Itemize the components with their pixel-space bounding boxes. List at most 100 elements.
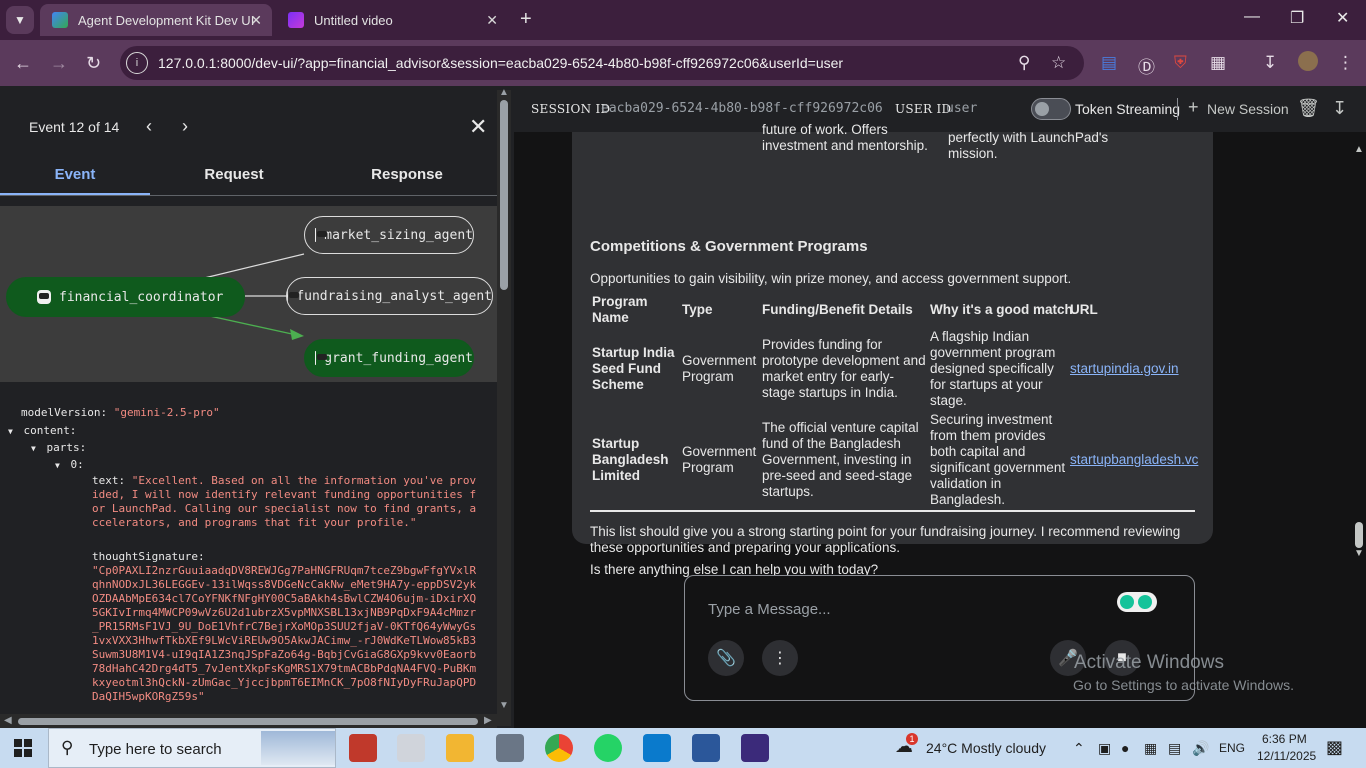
browser-menu-icon[interactable]: ⋮ xyxy=(1337,53,1354,73)
tray-icon-1[interactable]: ▣ xyxy=(1098,740,1111,757)
site-info-icon[interactable]: i xyxy=(126,52,148,74)
grammarly-icon[interactable] xyxy=(1117,592,1157,612)
table-header-url: URL xyxy=(1070,302,1098,317)
row-1-url-link[interactable]: startupindia.gov.in xyxy=(1070,361,1179,377)
zoom-icon[interactable]: ⚲ xyxy=(1018,53,1030,73)
download-icon[interactable]: ↧ xyxy=(1263,53,1277,73)
address-bar[interactable]: i 127.0.0.1:8000/dev-ui/?app=financial_a… xyxy=(120,46,1084,80)
table-header-details: Funding/Benefit Details xyxy=(762,302,913,317)
chat-panel: SESSION ID eacba029-6524-4b80-b98f-cff92… xyxy=(514,86,1366,728)
node-market-sizing-agent[interactable]: market_sizing_agent xyxy=(304,216,474,254)
event-header: Event 12 of 14 ‹ › ✕ xyxy=(0,86,497,166)
node-financial-coordinator[interactable]: financial_coordinator xyxy=(6,277,245,317)
tab-request[interactable]: Request xyxy=(159,166,309,183)
prev-event-icon[interactable]: ‹ xyxy=(146,116,152,137)
tab-search-menu-icon[interactable]: ▼ xyxy=(6,6,34,34)
tab-event[interactable]: Event xyxy=(0,166,150,183)
json-model-version: modelVersion: "gemini-2.5-pro" xyxy=(21,406,220,419)
node-fundraising-analyst-agent[interactable]: fundraising_analyst_agent xyxy=(286,277,493,315)
tray-icon-3[interactable]: ▦ xyxy=(1144,740,1157,757)
new-tab-icon[interactable]: + xyxy=(520,8,532,31)
scroll-up-icon[interactable]: ▲ xyxy=(499,87,509,98)
next-event-icon[interactable]: › xyxy=(182,116,188,137)
row-1-type: Government Program xyxy=(682,353,757,384)
json-content[interactable]: ▼ content: xyxy=(8,424,76,437)
chat-scrollbar[interactable]: ▲ ▼ xyxy=(1353,144,1366,564)
app-icon-2[interactable] xyxy=(397,734,425,762)
whatsapp-icon[interactable] xyxy=(594,734,622,762)
notifications-icon[interactable]: ▩ xyxy=(1326,737,1343,758)
plus-icon[interactable]: + xyxy=(1188,97,1199,118)
activate-windows-watermark: Activate Windows xyxy=(1074,652,1224,673)
extension-cast-icon[interactable]: ▤ xyxy=(1101,53,1117,73)
tab-untitled-video[interactable]: Untitled video ✕ xyxy=(276,4,508,36)
scroll-thumb[interactable] xyxy=(500,100,508,290)
tab-close-icon[interactable]: ✕ xyxy=(486,12,498,29)
word-icon[interactable] xyxy=(692,734,720,762)
table-header-why: Why it's a good match xyxy=(930,302,1073,317)
scroll-thumb[interactable] xyxy=(1355,522,1363,548)
collapse-caret-icon[interactable]: ▼ xyxy=(55,461,60,470)
extension-shield-icon[interactable]: ⛨ xyxy=(1174,53,1187,73)
chrome-icon[interactable] xyxy=(545,734,573,762)
scroll-left-icon[interactable]: ◀ xyxy=(4,715,12,726)
windows-start-icon[interactable] xyxy=(14,739,32,757)
json-part-0[interactable]: ▼ 0: xyxy=(55,458,84,471)
scroll-down-icon[interactable]: ▼ xyxy=(1354,548,1364,559)
profile-avatar[interactable] xyxy=(1298,51,1318,71)
prev-row-cell-fragment: perfectly with LaunchPad's mission. xyxy=(948,130,1109,161)
tray-chevron-icon[interactable]: ⌃ xyxy=(1073,740,1085,757)
vscode-icon[interactable] xyxy=(643,734,671,762)
attach-file-icon[interactable]: 📎 xyxy=(708,640,744,676)
json-thought-value: "Cp0PAXLI2nzrGuuiaadqDV8REWJGg7PaHNGFRUq… xyxy=(92,564,477,703)
back-icon[interactable]: ← xyxy=(14,53,32,74)
extensions-puzzle-icon[interactable]: ▦ xyxy=(1210,53,1226,73)
left-vertical-scrollbar[interactable]: ▲ ▼ xyxy=(497,87,511,726)
extension-w-icon[interactable]: Ⓓ xyxy=(1138,53,1155,78)
message-input[interactable]: Type a Message... xyxy=(708,601,831,618)
node-grant-funding-agent[interactable]: grant_funding_agent xyxy=(304,339,474,377)
reload-icon[interactable]: ↻ xyxy=(86,53,101,74)
tab-close-icon[interactable]: ✕ xyxy=(250,12,262,29)
more-options-icon[interactable]: ⋮ xyxy=(762,640,798,676)
tab-response[interactable]: Response xyxy=(332,166,482,183)
forward-icon[interactable]: → xyxy=(50,53,68,74)
scroll-down-icon[interactable]: ▼ xyxy=(499,700,509,711)
row-2-url-link[interactable]: startupbangladesh.vc xyxy=(1070,452,1198,468)
volume-icon[interactable]: 🔊 xyxy=(1192,740,1209,757)
language-indicator[interactable]: ENG xyxy=(1219,741,1245,755)
left-horizontal-scrollbar[interactable]: ◀ ▶ xyxy=(0,714,497,728)
url-text[interactable]: 127.0.0.1:8000/dev-ui/?app=financial_adv… xyxy=(158,55,843,71)
minimize-icon[interactable]: — xyxy=(1244,8,1260,26)
file-explorer-icon[interactable] xyxy=(446,734,474,762)
clock-date[interactable]: 12/11/2025 xyxy=(1257,749,1316,763)
scroll-up-icon[interactable]: ▲ xyxy=(1354,144,1364,155)
taskbar-search-input[interactable]: Type here to search xyxy=(89,741,222,758)
robot-icon xyxy=(37,290,51,304)
new-session-button[interactable]: New Session xyxy=(1207,101,1289,117)
tab-agent-dev-ui[interactable]: Agent Development Kit Dev UI ✕ xyxy=(40,4,272,36)
download-session-icon[interactable]: ↧ xyxy=(1332,98,1347,119)
taskbar-search-box[interactable]: ⚲ Type here to search xyxy=(48,728,336,768)
app-icon-9[interactable] xyxy=(741,734,769,762)
bookmark-star-icon[interactable]: ☆ xyxy=(1051,53,1066,73)
weather-text[interactable]: 24°C Mostly cloudy xyxy=(926,740,1046,756)
row-1-name: Startup India Seed Fund Scheme xyxy=(592,345,675,392)
scroll-right-icon[interactable]: ▶ xyxy=(484,715,492,726)
collapse-caret-icon[interactable]: ▼ xyxy=(8,427,13,436)
window-close-icon[interactable]: ✕ xyxy=(1336,8,1349,28)
collapse-caret-icon[interactable]: ▼ xyxy=(31,444,36,453)
json-parts[interactable]: ▼ parts: xyxy=(31,441,86,454)
app-icon-1[interactable] xyxy=(349,734,377,762)
windows-taskbar: ⚲ Type here to search ☁ 1 24°C Mostly cl… xyxy=(0,728,1366,768)
maximize-icon[interactable]: ❐ xyxy=(1290,8,1304,28)
tray-icon-2[interactable]: ● xyxy=(1121,740,1129,756)
token-streaming-toggle[interactable] xyxy=(1031,98,1071,120)
network-icon[interactable]: ▤ xyxy=(1168,740,1181,757)
json-key: thoughtSignature: xyxy=(92,550,205,563)
delete-trash-icon[interactable]: 🗑 xyxy=(1297,98,1320,119)
close-panel-icon[interactable]: ✕ xyxy=(469,114,487,140)
camera-app-icon[interactable] xyxy=(496,734,524,762)
scroll-thumb[interactable] xyxy=(18,718,478,725)
clock-time[interactable]: 6:36 PM xyxy=(1262,732,1307,746)
